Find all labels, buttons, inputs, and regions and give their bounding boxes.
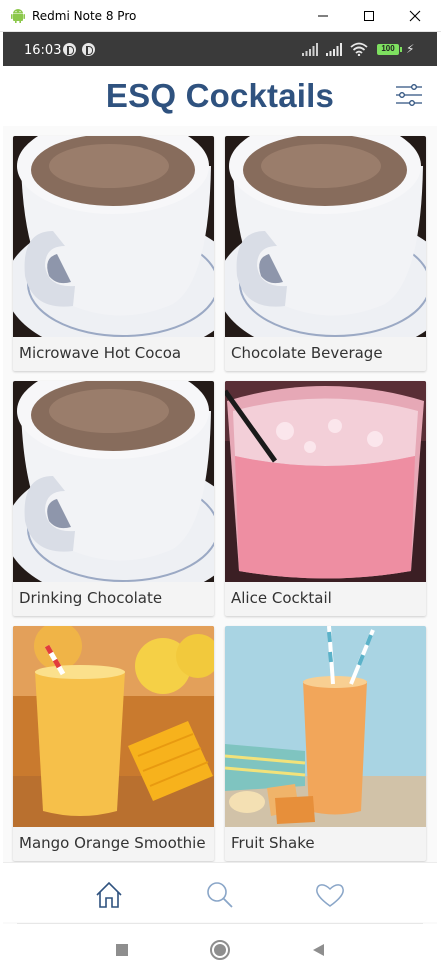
battery-icon: 100	[377, 44, 402, 55]
signal-icon	[302, 43, 318, 56]
wifi-icon	[350, 42, 368, 56]
nav-home-button[interactable]	[93, 879, 125, 911]
heart-icon	[316, 884, 344, 907]
recents-icon	[116, 944, 128, 956]
drink-name: Chocolate Beverage	[231, 344, 383, 362]
status-time: 16:03	[24, 43, 62, 58]
filter-button[interactable]	[393, 80, 425, 110]
close-button[interactable]	[392, 0, 438, 32]
drink-photo	[13, 136, 214, 337]
signal-icon	[326, 43, 342, 56]
app-header: ESQ Cocktails	[3, 66, 437, 126]
system-navigation-bar	[3, 924, 437, 976]
drink-photo	[13, 626, 214, 827]
minimize-icon	[318, 15, 328, 17]
drink-card[interactable]: Alice Cocktail	[225, 381, 426, 616]
search-icon	[207, 882, 233, 908]
drink-card[interactable]: Mango Orange Smoothie	[13, 626, 214, 861]
system-home-button[interactable]	[206, 936, 234, 964]
drink-card[interactable]: Microwave Hot Cocoa	[13, 136, 214, 371]
drink-photo	[225, 136, 426, 337]
back-icon	[313, 944, 324, 956]
maximize-button[interactable]	[346, 0, 392, 32]
bottom-navigation	[3, 862, 437, 922]
emulator-title-bar: Redmi Note 8 Pro	[0, 0, 441, 32]
nav-favorites-button[interactable]	[314, 879, 346, 911]
notification-icon	[63, 43, 76, 56]
drink-photo	[225, 626, 426, 827]
drink-name: Fruit Shake	[231, 834, 315, 852]
android-icon	[11, 9, 25, 23]
phone-screen: 16:03 100 ⚡ ESQ Cocktails Microwave Hot …	[3, 32, 437, 976]
back-button[interactable]	[304, 936, 332, 964]
home-icon	[96, 881, 122, 908]
drink-name: Alice Cocktail	[231, 589, 332, 607]
drink-name: Drinking Chocolate	[19, 589, 163, 607]
drink-name: Mango Orange Smoothie	[19, 834, 206, 852]
battery-level: 100	[381, 44, 395, 53]
home-circle-icon	[210, 940, 230, 960]
nav-search-button[interactable]	[204, 879, 236, 911]
drink-photo	[13, 381, 214, 582]
drink-card[interactable]: Drinking Chocolate	[13, 381, 214, 616]
status-bar: 16:03 100 ⚡	[3, 32, 437, 66]
charging-icon: ⚡	[406, 42, 415, 56]
maximize-icon	[364, 11, 374, 21]
drink-card[interactable]: Fruit Shake	[225, 626, 426, 861]
window-title: Redmi Note 8 Pro	[32, 9, 137, 23]
drink-card[interactable]: Chocolate Beverage	[225, 136, 426, 371]
app-title: ESQ Cocktails	[105, 77, 335, 114]
notification-icon	[82, 43, 95, 56]
minimize-button[interactable]	[300, 0, 346, 32]
filter-sliders-icon	[396, 84, 422, 106]
drink-name: Microwave Hot Cocoa	[19, 344, 182, 362]
recents-button[interactable]	[108, 936, 136, 964]
close-icon	[409, 10, 421, 22]
drink-photo	[225, 381, 426, 582]
